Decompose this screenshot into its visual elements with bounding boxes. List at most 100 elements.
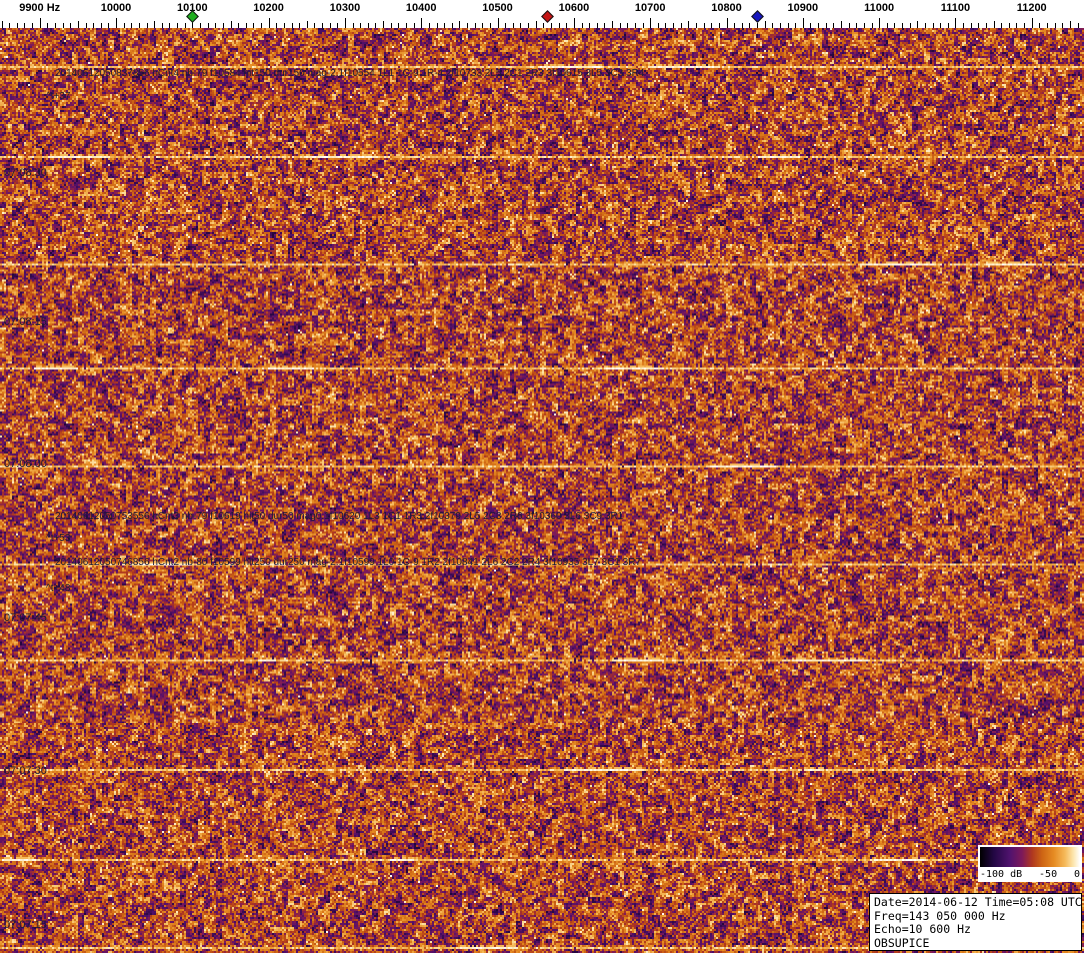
ruler-tick <box>894 23 896 28</box>
detection-annotation: 20140612050837856 hCnt4 nb-79 f10584 hit… <box>55 68 645 79</box>
ruler-tick <box>680 23 682 28</box>
ruler-tick <box>909 23 911 28</box>
ruler-tick <box>1047 23 1048 28</box>
frequency-ruler: 9900 Hz 10000 10100 10200 10300 10400 10500 106… <box>0 0 1084 28</box>
ruler-tick <box>757 23 758 28</box>
ruler-tick <box>238 23 240 28</box>
detection-annotation: 20140612050746856 hCnt2 nb-80 f10599 hit… <box>55 557 642 568</box>
spectrogram-canvas <box>0 28 1084 953</box>
ruler-tick <box>329 23 331 28</box>
ruler-tick <box>551 23 552 28</box>
status-info-box: Date=2014-06-12 Time=05:08 UTC Freq=143 … <box>869 893 1082 951</box>
ruler-tick <box>184 23 186 28</box>
spectrogram-app: 9900 Hz 10000 10100 10200 10300 10400 10500 106… <box>0 0 1084 953</box>
ruler-tick <box>77 21 79 28</box>
ruler-tick <box>70 23 72 28</box>
ruler-tick <box>444 23 446 28</box>
ruler-tick <box>711 23 713 28</box>
ruler-tick <box>955 18 957 28</box>
ruler-tick <box>352 23 354 28</box>
ruler-tick <box>1031 18 1033 28</box>
ruler-tick <box>589 23 591 28</box>
time-label: 07:07:45 <box>4 612 47 624</box>
freq-label: 10300 <box>329 2 361 14</box>
ruler-tick <box>360 23 362 28</box>
ruler-tick <box>795 23 797 28</box>
ruler-tick <box>222 23 224 28</box>
ruler-tick <box>146 23 148 28</box>
ruler-tick <box>718 23 720 28</box>
ruler-tick <box>1001 23 1003 28</box>
ruler-tick <box>871 23 873 28</box>
ruler-tick <box>32 23 34 28</box>
ruler-tick <box>863 23 865 28</box>
ruler-tick <box>299 23 301 28</box>
ruler-tick <box>1024 23 1026 28</box>
ruler-tick <box>634 23 636 28</box>
ruler-tick <box>421 18 423 28</box>
ruler-tick <box>100 23 102 28</box>
ruler-tick <box>619 23 621 28</box>
ruler-tick <box>291 23 293 28</box>
ruler-tick <box>451 23 453 28</box>
ruler-tick <box>772 23 774 28</box>
ruler-tick <box>650 18 652 28</box>
ruler-tick <box>398 23 400 28</box>
ruler-tick <box>818 23 819 28</box>
time-label: 07:07:30 <box>4 765 47 777</box>
ruler-tick <box>940 23 942 28</box>
ruler-tick <box>1077 23 1079 28</box>
ruler-tick <box>558 23 560 28</box>
ruler-tick <box>428 23 430 28</box>
ruler-tick <box>734 23 736 28</box>
ruler-tick <box>825 23 827 28</box>
time-label: 07:07:15 <box>4 919 47 931</box>
ruler-tick <box>932 23 934 28</box>
ruler-tick <box>9 23 11 28</box>
ruler-tick <box>581 23 583 28</box>
colorbar-labels: -100 dB -50 0 <box>980 867 1080 881</box>
freq-label: 11200 <box>1016 2 1047 14</box>
ruler-tick <box>505 23 507 28</box>
ruler-tick <box>138 23 140 28</box>
ruler-tick <box>528 23 530 28</box>
ruler-tick <box>482 23 484 28</box>
ruler-tick <box>459 21 461 28</box>
freq-label: 11000 <box>864 2 895 14</box>
ruler-tick <box>375 23 377 28</box>
ruler-tick <box>199 23 201 28</box>
detection-annotation: ^t+48 <box>46 583 71 594</box>
ruler-tick <box>283 23 285 28</box>
ruler-tick <box>169 23 171 28</box>
ruler-tick <box>108 23 110 28</box>
ruler-tick <box>840 21 842 28</box>
ruler-tick <box>512 23 514 28</box>
freq-label: 10000 <box>100 2 132 14</box>
freq-label: 10700 <box>634 2 666 14</box>
ruler-tick <box>665 23 667 28</box>
ruler-tick <box>612 21 613 28</box>
detection-annotation: ^t+53 <box>46 533 71 544</box>
ruler-tick <box>230 21 232 28</box>
ruler-tick <box>62 23 64 28</box>
ruler-tick <box>749 23 751 28</box>
ruler-tick <box>215 23 217 28</box>
ruler-tick <box>673 23 675 28</box>
ruler-tick <box>856 23 858 28</box>
colorbar-min-label: -100 dB <box>980 869 1023 880</box>
freq-label: 9900 Hz <box>19 2 61 14</box>
info-line-date: Date=2014-06-12 Time=05:08 UTC <box>874 895 1082 909</box>
freq-label: 10600 <box>558 2 590 14</box>
ruler-tick <box>993 21 995 28</box>
freq-label: 11100 <box>940 2 971 14</box>
ruler-tick <box>947 23 949 28</box>
ruler-tick <box>642 23 644 28</box>
ruler-tick <box>268 18 270 28</box>
ruler-tick <box>596 23 598 28</box>
ruler-tick <box>253 23 255 28</box>
ruler-tick <box>764 21 766 28</box>
colorbar-max-label: 0 <box>1073 869 1080 880</box>
ruler-tick <box>413 23 415 28</box>
info-line-echo: Echo=10 600 Hz <box>874 922 971 936</box>
ruler-tick <box>924 23 926 28</box>
